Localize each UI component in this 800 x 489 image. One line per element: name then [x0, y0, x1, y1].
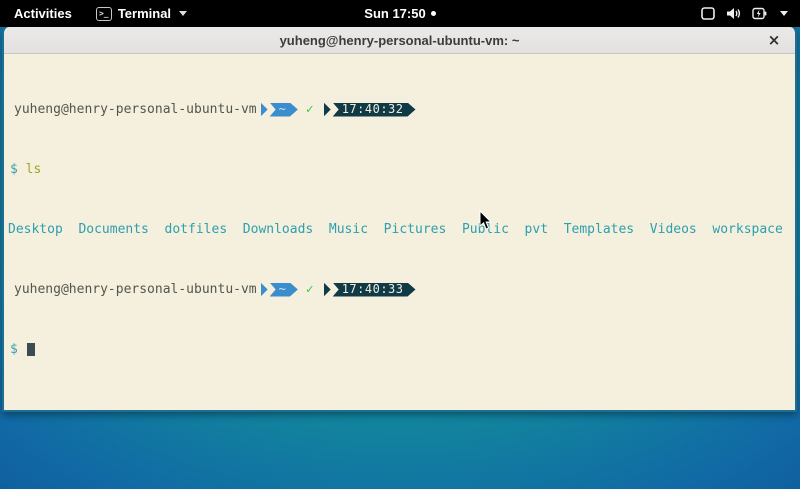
prompt-path: ~: [270, 103, 298, 117]
command-text: ls: [26, 162, 42, 177]
chevron-down-icon: [778, 11, 788, 16]
prompt-dollar: $: [6, 342, 18, 357]
powerline-arrow-icon: [261, 103, 268, 117]
powerline-time-segment: 17:40:32: [324, 103, 416, 117]
powerline-arrow-icon: [324, 283, 331, 297]
activities-button[interactable]: Activities: [0, 0, 86, 27]
volume-icon: [726, 7, 741, 20]
prompt-dollar: $: [6, 162, 18, 177]
terminal-cursor: [27, 343, 35, 356]
check-icon: ✓: [306, 102, 314, 117]
ls-output-line: Desktop Documents dotfiles Downloads Mus…: [6, 222, 793, 237]
window-title: yuheng@henry-personal-ubuntu-vm: ~: [280, 33, 520, 48]
prompt-username: yuheng@henry-personal-ubuntu-vm: [6, 102, 257, 117]
prompt-username: yuheng@henry-personal-ubuntu-vm: [6, 282, 257, 297]
notification-dot-icon: [431, 11, 436, 16]
system-status-area[interactable]: [689, 0, 800, 27]
terminal-content[interactable]: yuheng@henry-personal-ubuntu-vm ~ ✓ 17:4…: [4, 54, 795, 410]
prompt-timestamp-2: 17:40:33: [333, 283, 416, 297]
screen-icon: [701, 7, 715, 20]
close-icon[interactable]: ×: [764, 30, 784, 50]
spacer: [18, 342, 26, 357]
prompt-line-1: yuheng@henry-personal-ubuntu-vm ~ ✓ 17:4…: [6, 102, 793, 117]
input-line[interactable]: $: [6, 342, 793, 357]
prompt-path: ~: [270, 283, 298, 297]
powerline-path-segment: ~: [261, 103, 298, 117]
powerline-arrow-icon: [324, 103, 331, 117]
terminal-window: yuheng@henry-personal-ubuntu-vm: ~ × yuh…: [2, 27, 797, 412]
spacer: [18, 162, 26, 177]
clock[interactable]: Sun 17:50: [364, 6, 425, 21]
battery-charging-icon: [752, 7, 767, 20]
window-titlebar[interactable]: yuheng@henry-personal-ubuntu-vm: ~ ×: [4, 27, 795, 54]
terminal-app-icon: >_: [96, 7, 112, 21]
top-bar: Activities >_ Terminal Sun 17:50: [0, 0, 800, 27]
powerline-path-segment: ~: [261, 283, 298, 297]
prompt-timestamp-1: 17:40:32: [333, 103, 416, 117]
check-icon: ✓: [306, 282, 314, 297]
app-menu-label: Terminal: [118, 6, 171, 21]
prompt-line-2: yuheng@henry-personal-ubuntu-vm ~ ✓ 17:4…: [6, 282, 793, 297]
powerline-time-segment: 17:40:33: [324, 283, 416, 297]
chevron-down-icon: [179, 11, 187, 16]
app-menu[interactable]: >_ Terminal: [86, 0, 197, 27]
powerline-arrow-icon: [261, 283, 268, 297]
command-line: $ ls: [6, 162, 793, 177]
ls-output: Desktop Documents dotfiles Downloads Mus…: [6, 222, 783, 237]
